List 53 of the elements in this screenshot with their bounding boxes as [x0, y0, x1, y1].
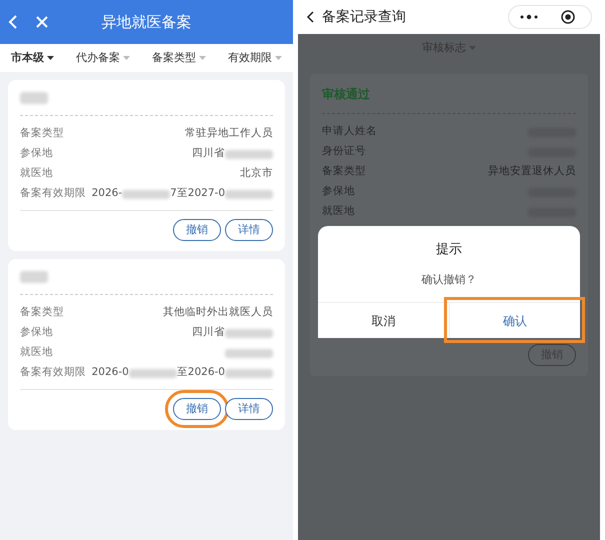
dialog-title: 提示	[435, 241, 463, 259]
redacted-block	[20, 92, 48, 104]
row-value: 四川省	[192, 146, 225, 162]
row-label: 申请人姓名	[322, 124, 377, 140]
close-icon[interactable]	[36, 16, 48, 28]
redacted-block	[225, 150, 273, 158]
row-value: 常驻异地工作人员	[185, 126, 273, 142]
target-icon[interactable]	[561, 10, 575, 24]
row-label: 备案类型	[20, 126, 64, 142]
row-value: 7至2027-0	[170, 186, 225, 202]
outline-button[interactable]: 详情	[225, 219, 273, 241]
redacted-block	[20, 270, 48, 282]
more-icon[interactable]	[519, 14, 539, 20]
row-value: 至2026-0	[176, 365, 225, 380]
row-label: 备案类型	[322, 164, 366, 180]
dialog-message: 确认撤销？	[420, 272, 478, 288]
row-label: 就医地	[322, 204, 355, 220]
row-label: 备案有效期限	[20, 186, 86, 202]
row-label: 备案有效期限	[20, 365, 86, 380]
caret-icon	[123, 56, 130, 60]
row-value: 异地安置退休人员	[488, 164, 576, 180]
row-label: 参保地	[322, 184, 355, 200]
row-label: 就医地	[20, 345, 53, 360]
caret-icon	[275, 56, 282, 60]
row-label: 参保地	[20, 146, 53, 162]
redacted-block	[225, 190, 273, 198]
filter-dropdown[interactable]: 有效期限	[228, 50, 282, 66]
redacted-block	[225, 328, 273, 338]
filter-dropdown[interactable]: 代办备案	[76, 50, 130, 66]
page-title: 异地就医备案	[100, 12, 192, 33]
row-value: 北京市	[240, 166, 273, 182]
filter-dropdown[interactable]: 市本级	[11, 50, 54, 66]
caret-icon	[47, 56, 54, 60]
row-label: 参保地	[20, 325, 53, 340]
back-icon[interactable]	[306, 11, 314, 23]
status-label: 审核通过	[322, 86, 370, 102]
outline-button[interactable]: 撤销	[173, 219, 221, 241]
row-value: 2026-	[92, 186, 122, 202]
row-value: 其他临时外出就医人员	[163, 305, 273, 320]
redacted-block	[122, 190, 170, 198]
redacted-block	[225, 348, 273, 358]
row-label: 身份证号	[322, 144, 366, 160]
outline-button[interactable]: 详情	[225, 398, 273, 420]
redacted-block	[225, 368, 273, 378]
redacted-block	[128, 368, 177, 378]
row-label: 备案类型	[20, 305, 64, 320]
dialog-button[interactable]: 取消	[318, 302, 448, 338]
row-value: 2026-0	[92, 365, 129, 380]
row-value: 四川省	[192, 325, 225, 340]
page-title: 备案记录查询	[322, 8, 407, 26]
filter-dropdown[interactable]: 备案类型	[152, 50, 206, 66]
row-label: 就医地	[20, 166, 53, 182]
caret-icon	[199, 56, 206, 60]
